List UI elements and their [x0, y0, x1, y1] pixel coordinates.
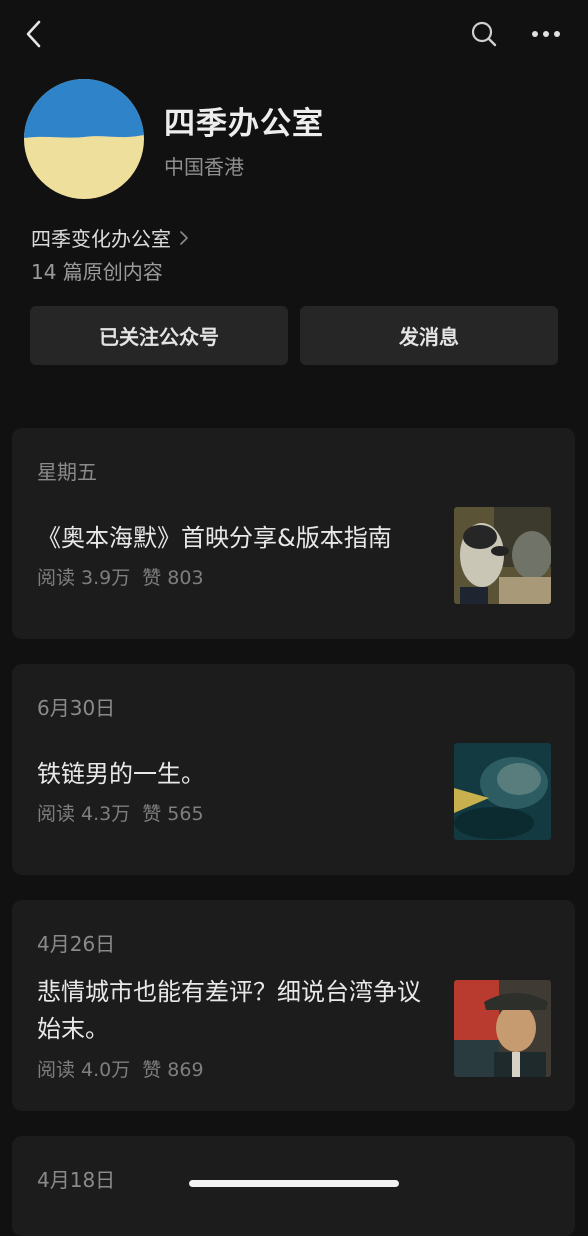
like-count: 赞 565: [142, 803, 204, 825]
home-indicator[interactable]: [189, 1180, 399, 1187]
article-date: 4月18日: [37, 1168, 116, 1192]
avatar-image: [24, 79, 144, 199]
article-date: 6月30日: [37, 696, 116, 720]
article-card[interactable]: 4月26日 悲情城市也能有差评？细说台湾争议始末。 阅读 4.0万赞 869: [12, 900, 575, 1111]
article-stats: 阅读 4.0万赞 869: [37, 1055, 216, 1082]
account-description-link[interactable]: 四季变化办公室: [31, 223, 189, 252]
search-icon: [471, 21, 497, 47]
like-count: 赞 803: [142, 567, 204, 589]
article-date: 4月26日: [37, 932, 116, 956]
article-thumbnail: [454, 507, 551, 604]
original-article-count: 14 篇原创内容: [31, 260, 163, 284]
search-button[interactable]: [468, 18, 500, 50]
article-title: 悲情城市也能有差评？细说台湾争议始末。: [37, 978, 421, 1043]
send-message-button[interactable]: 发消息: [300, 306, 558, 365]
more-button[interactable]: [526, 18, 566, 50]
article-stats: 阅读 3.9万赞 803: [37, 563, 216, 590]
read-count: 阅读 3.9万: [37, 567, 131, 589]
account-region: 中国香港: [164, 155, 244, 179]
account-description: 四季变化办公室: [31, 227, 171, 251]
read-count: 阅读 4.0万: [37, 1059, 131, 1081]
thumbnail-image: [454, 743, 551, 840]
article-title: 铁链男的一生。: [37, 760, 205, 788]
chevron-right-icon: [179, 230, 189, 246]
read-count: 阅读 4.3万: [37, 803, 131, 825]
followed-button[interactable]: 已关注公众号: [30, 306, 288, 365]
top-nav-bar: [0, 0, 588, 70]
article-thumbnail: [454, 980, 551, 1077]
thumbnail-image: [454, 507, 551, 604]
account-name: 四季办公室: [164, 106, 324, 142]
article-stats: 阅读 4.3万赞 565: [37, 799, 216, 826]
chevron-left-icon: [26, 20, 41, 48]
account-avatar[interactable]: [24, 79, 144, 199]
thumbnail-image: [454, 980, 551, 1077]
article-card[interactable]: 6月30日 铁链男的一生。 阅读 4.3万赞 565: [12, 664, 575, 875]
article-thumbnail: [454, 743, 551, 840]
more-dots-icon: [532, 31, 560, 37]
back-button[interactable]: [20, 18, 48, 50]
like-count: 赞 869: [142, 1059, 204, 1081]
article-date: 星期五: [37, 460, 97, 484]
article-card[interactable]: 星期五 《奥本海默》首映分享&版本指南 阅读 3.9万赞 803: [12, 428, 575, 639]
article-title: 《奥本海默》首映分享&版本指南: [37, 524, 392, 552]
